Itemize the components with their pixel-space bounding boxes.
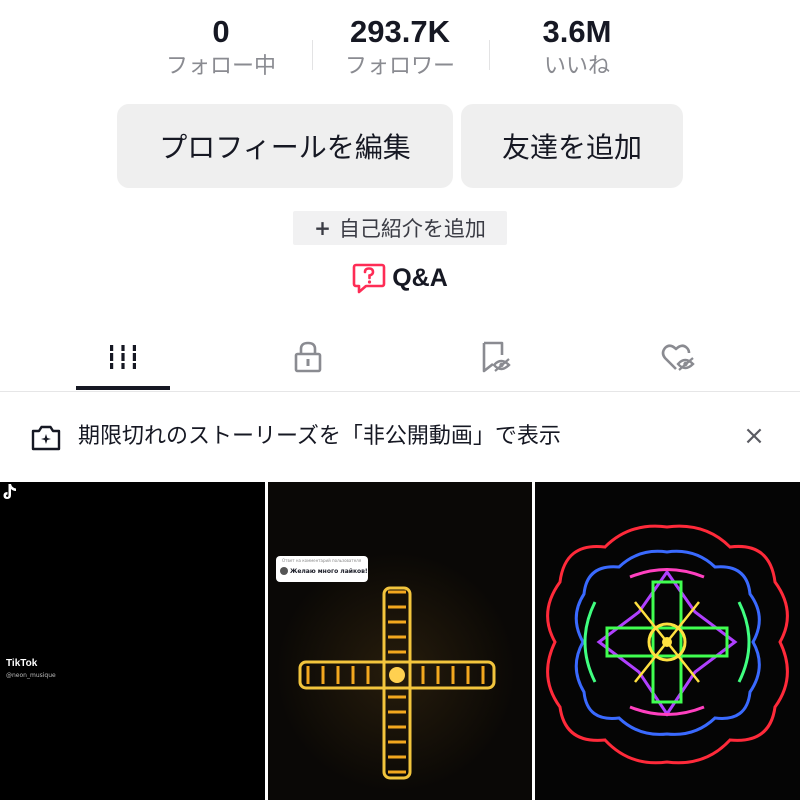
avatar	[280, 567, 288, 575]
grid-bars-icon	[108, 345, 138, 369]
video-grid: TikTok @neon_musique Ответ на комментари…	[0, 482, 800, 800]
video-thumbnail[interactable]: TikTok @neon_musique	[0, 482, 265, 800]
active-tab-indicator	[76, 386, 170, 390]
tab-favorites[interactable]	[394, 322, 594, 392]
following-label: フォロー中	[165, 54, 276, 79]
comment-reply-label: Ответ на комментарий пользователя	[282, 558, 362, 563]
expired-stories-banner[interactable]: 期限切れのストーリーズを「非公開動画」で表示 ×	[0, 392, 800, 482]
neon-mandala-artwork	[535, 482, 800, 800]
add-bio-button[interactable]: + 自己紹介を追加	[293, 211, 507, 245]
plus-icon: +	[314, 216, 331, 240]
watermark-username: @neon_musique	[6, 672, 56, 679]
bookmark-hidden-icon	[482, 341, 511, 373]
video-thumbnail[interactable]	[535, 482, 800, 800]
lock-icon	[294, 341, 322, 373]
likes-label: いいね	[543, 54, 610, 79]
comment-text: Желаю много лайков!	[290, 568, 368, 575]
profile-stats: 0 フォロー中 293.7K フォロワー 3.6M いいね	[0, 10, 800, 90]
following-stat[interactable]: 0 フォロー中	[136, 10, 306, 82]
banner-message: 期限切れのストーリーズを「非公開動画」で表示	[78, 424, 561, 449]
stat-divider	[312, 40, 313, 70]
tab-videos[interactable]	[23, 322, 223, 392]
qa-label: Q&A	[392, 263, 448, 292]
camera-sparkle-icon	[31, 425, 61, 451]
edit-profile-button[interactable]: プロフィールを編集	[117, 104, 453, 188]
likes-stat[interactable]: 3.6M いいね	[492, 10, 662, 82]
close-icon[interactable]: ×	[738, 420, 770, 452]
neon-cross-artwork	[268, 482, 532, 800]
add-friend-button[interactable]: 友達を追加	[461, 104, 683, 188]
watermark-brand: TikTok	[6, 658, 38, 669]
qa-link[interactable]: Q&A	[0, 258, 800, 298]
tab-private[interactable]	[208, 322, 408, 392]
followers-label: フォロワー	[344, 54, 455, 79]
stat-divider	[489, 40, 490, 70]
following-count: 0	[212, 14, 230, 49]
likes-count: 3.6M	[542, 14, 612, 49]
add-bio-label: 自己紹介を追加	[338, 217, 486, 241]
heart-hidden-icon	[661, 344, 695, 371]
question-bubble-icon	[352, 263, 386, 294]
video-thumbnail[interactable]: Ответ на комментарий пользователя Желаю …	[268, 482, 532, 800]
comment-reply-sticker: Ответ на комментарий пользователя Желаю …	[276, 556, 368, 582]
followers-stat[interactable]: 293.7K フォロワー	[315, 10, 485, 82]
tab-liked[interactable]	[578, 322, 778, 392]
profile-tabs	[0, 322, 800, 392]
tiktok-logo-icon	[3, 484, 16, 499]
followers-count: 293.7K	[350, 14, 450, 49]
